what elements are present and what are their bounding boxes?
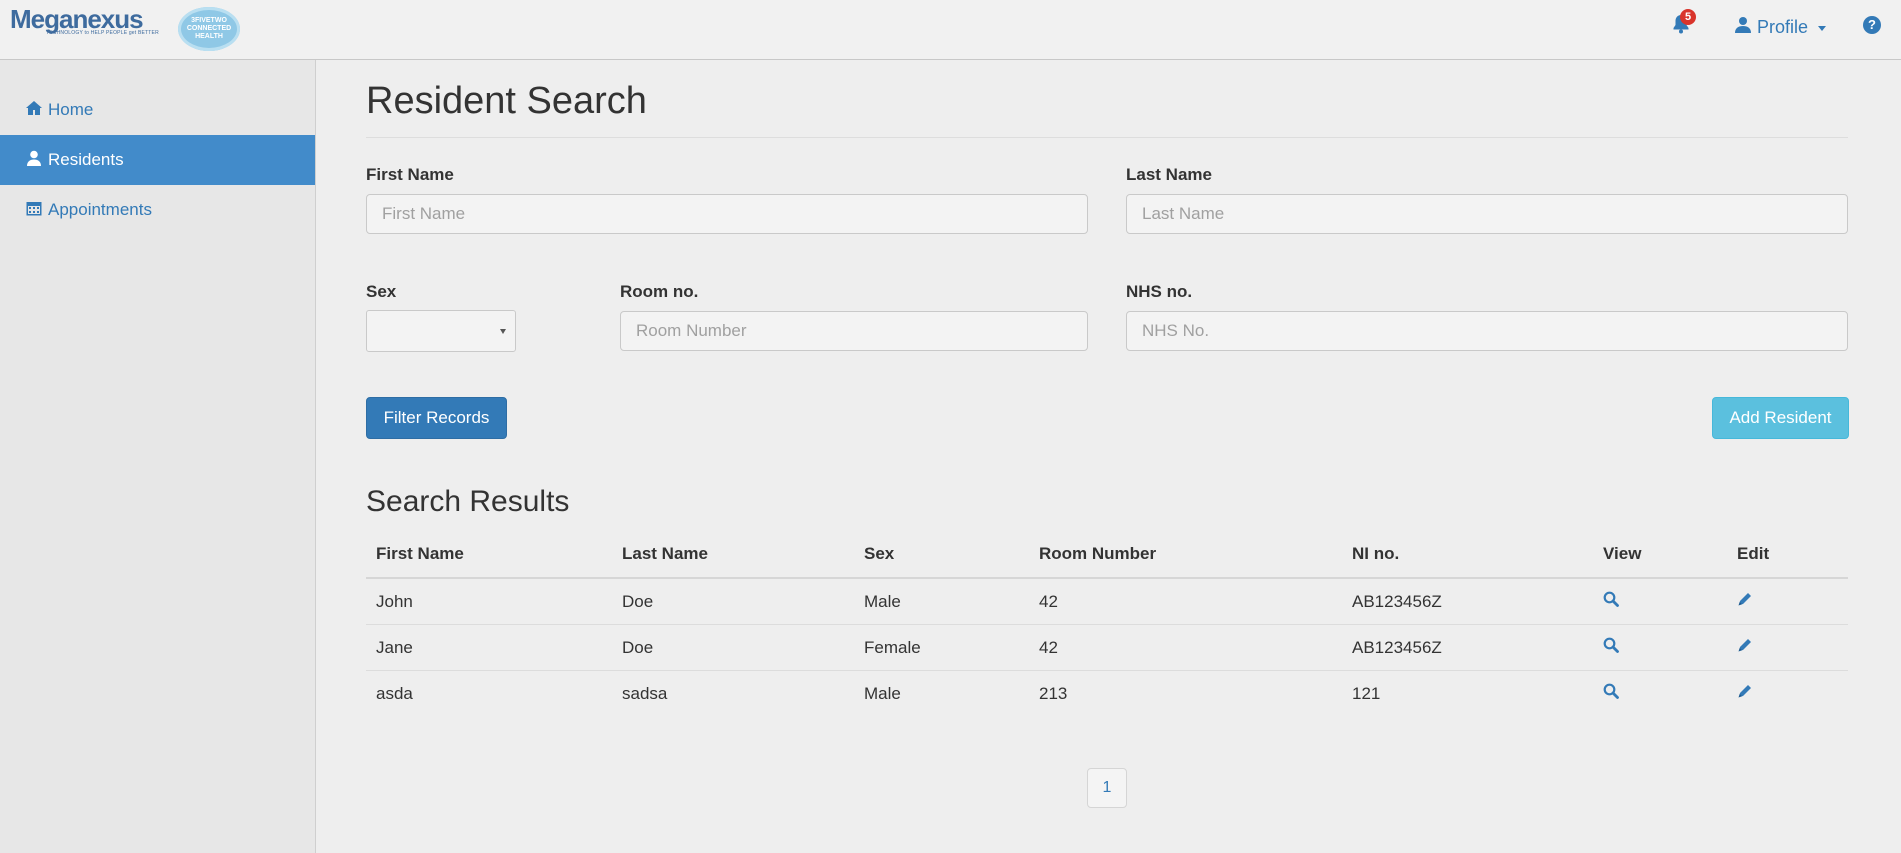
connected-health-logo: 3FIVETWO CONNECTED HEALTH	[178, 7, 240, 51]
room-number-input[interactable]	[620, 311, 1088, 351]
sidebar-item-label: Appointments	[48, 200, 152, 219]
room-cell: 213	[1039, 683, 1068, 703]
nhs-label: NHS no.	[1126, 282, 1193, 301]
table-header-row: First Name Last Name Sex Room Number NI …	[366, 530, 1848, 579]
help-icon[interactable]: ?	[1863, 16, 1881, 34]
sex-cell: Male	[854, 578, 1029, 625]
user-icon	[1735, 16, 1751, 38]
last-name-label: Last Name	[1126, 165, 1212, 184]
first-name-cell: John	[366, 578, 612, 625]
title-divider	[366, 137, 1848, 138]
first-name-cell: asda	[376, 683, 413, 703]
room-label: Room no.	[620, 282, 699, 301]
first-name-cell: Jane	[366, 624, 612, 671]
home-icon	[26, 100, 42, 121]
room-cell: 42	[1029, 624, 1342, 671]
sidebar-item-home[interactable]: Home	[0, 85, 315, 135]
filter-records-button[interactable]: Filter Records	[366, 397, 507, 439]
column-header[interactable]: NI no.	[1342, 530, 1593, 579]
search-results-title: Search Results	[366, 485, 570, 518]
chevron-down-icon	[1818, 26, 1827, 31]
results-table: First Name Last Name Sex Room Number NI …	[366, 530, 1848, 716]
first-name-label: First Name	[366, 165, 454, 184]
sidebar-item-label: Residents	[48, 150, 124, 169]
ni-cell: AB123456Z	[1342, 624, 1593, 671]
last-name-input[interactable]	[1126, 194, 1848, 234]
search-icon[interactable]	[1603, 637, 1619, 653]
logo-tagline: TECHNOLOGY to HELP PEOPLE get BETTER	[46, 30, 159, 36]
last-name-cell: Doe	[612, 624, 854, 671]
meganexus-logo[interactable]: Meganexus TECHNOLOGY to HELP PEOPLE get …	[10, 5, 159, 36]
table-row: John Doe Male 42 AB123456Z	[366, 578, 1848, 625]
logo-wordmark: Meganexus	[10, 4, 144, 34]
ni-cell: AB123456Z	[1342, 578, 1593, 625]
sidebar: Home Residents Appointments	[0, 60, 316, 853]
column-header: Edit	[1727, 530, 1848, 579]
pagination-page-1[interactable]: 1	[1087, 768, 1127, 808]
table-row: asda sadsa Male 213 121	[366, 671, 1848, 717]
first-name-input[interactable]	[366, 194, 1088, 234]
pencil-icon[interactable]	[1737, 591, 1753, 607]
ni-cell: 121	[1352, 683, 1381, 703]
column-header[interactable]: Sex	[854, 530, 1029, 579]
column-header[interactable]: Last Name	[612, 530, 854, 579]
add-resident-button[interactable]: Add Resident	[1712, 397, 1849, 439]
notifications-count-badge: 5	[1680, 9, 1696, 25]
sidebar-item-residents[interactable]: Residents	[0, 135, 315, 185]
profile-dropdown[interactable]: Profile	[1735, 16, 1827, 38]
profile-label: Profile	[1757, 16, 1809, 37]
page-title: Resident Search	[366, 80, 647, 122]
top-navbar: Meganexus TECHNOLOGY to HELP PEOPLE get …	[0, 0, 1901, 60]
sidebar-item-label: Home	[48, 100, 94, 119]
table-row: Jane Doe Female 42 AB123456Z	[366, 624, 1848, 671]
pencil-icon[interactable]	[1737, 683, 1753, 699]
sex-select[interactable]	[366, 310, 516, 352]
user-icon	[26, 150, 42, 171]
last-name-cell: Doe	[612, 578, 854, 625]
column-header: View	[1593, 530, 1727, 579]
pencil-icon[interactable]	[1737, 637, 1753, 653]
sidebar-item-appointments[interactable]: Appointments	[0, 185, 315, 235]
chevron-down-icon	[500, 329, 506, 334]
column-header[interactable]: First Name	[366, 530, 612, 579]
last-name-cell: sadsa	[622, 683, 668, 703]
sex-label: Sex	[366, 282, 397, 301]
calendar-icon	[26, 200, 42, 221]
nhs-number-input[interactable]	[1126, 311, 1848, 351]
column-header[interactable]: Room Number	[1029, 530, 1342, 579]
sex-cell: Female	[854, 624, 1029, 671]
sex-cell: Male	[864, 683, 901, 703]
search-icon[interactable]	[1603, 591, 1619, 607]
search-icon[interactable]	[1603, 683, 1619, 699]
room-cell: 42	[1029, 578, 1342, 625]
